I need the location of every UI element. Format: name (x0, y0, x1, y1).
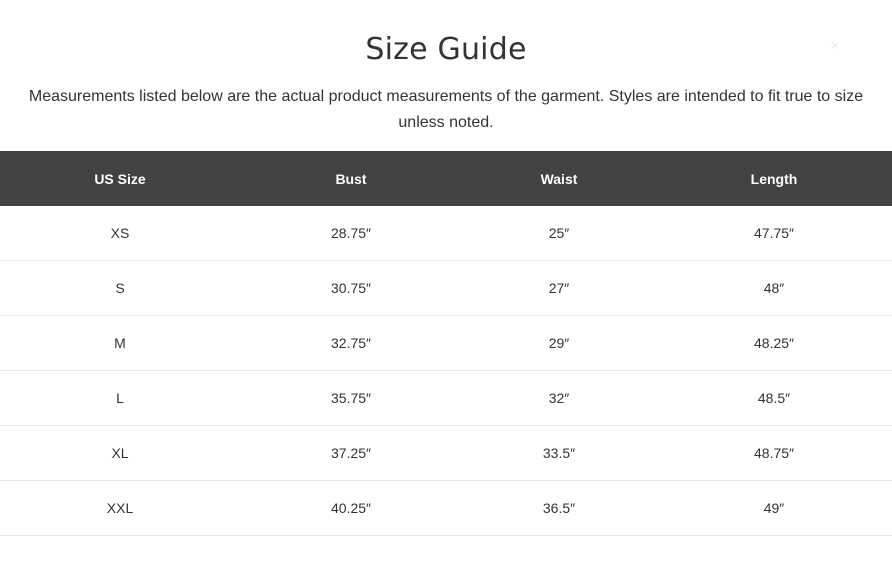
cell-waist: 29″ (462, 315, 656, 371)
cell-us-size: XXL (0, 480, 240, 536)
table-header: US Size Bust Waist Length (0, 151, 892, 206)
size-table: US Size Bust Waist Length XS 28.75″ 25″ … (0, 151, 892, 536)
cell-bust: 37.25″ (240, 425, 462, 481)
cell-waist: 32″ (462, 370, 656, 426)
cell-length: 48.5″ (656, 370, 892, 426)
table-header-row: US Size Bust Waist Length (0, 151, 892, 206)
table-row: XL 37.25″ 33.5″ 48.75″ (0, 425, 892, 481)
column-header-us-size: US Size (0, 151, 240, 206)
cell-us-size: M (0, 315, 240, 371)
table-row: XXL 40.25″ 36.5″ 49″ (0, 480, 892, 536)
column-header-bust: Bust (240, 151, 462, 206)
cell-bust: 28.75″ (240, 206, 462, 261)
cell-waist: 33.5″ (462, 425, 656, 481)
cell-bust: 35.75″ (240, 370, 462, 426)
cell-bust: 40.25″ (240, 480, 462, 536)
cell-us-size: S (0, 260, 240, 316)
cell-length: 48.25″ (656, 315, 892, 371)
table-row: M 32.75″ 29″ 48.25″ (0, 315, 892, 371)
size-guide-modal: × Size Guide Measurements listed below a… (0, 0, 892, 561)
table-body: XS 28.75″ 25″ 47.75″ S 30.75″ 27″ 48″ M … (0, 206, 892, 536)
cell-us-size: XS (0, 206, 240, 261)
column-header-length: Length (656, 151, 892, 206)
cell-length: 48.75″ (656, 425, 892, 481)
table-row: L 35.75″ 32″ 48.5″ (0, 370, 892, 426)
page-title: Size Guide (365, 32, 527, 67)
column-header-waist: Waist (462, 151, 656, 206)
close-icon[interactable]: × (828, 38, 842, 52)
cell-us-size: L (0, 370, 240, 426)
cell-length: 48″ (656, 260, 892, 316)
cell-us-size: XL (0, 425, 240, 481)
cell-bust: 32.75″ (240, 315, 462, 371)
table-row: S 30.75″ 27″ 48″ (0, 260, 892, 316)
cell-waist: 25″ (462, 206, 656, 261)
cell-length: 47.75″ (656, 206, 892, 261)
table-row: XS 28.75″ 25″ 47.75″ (0, 206, 892, 261)
cell-waist: 27″ (462, 260, 656, 316)
cell-length: 49″ (656, 480, 892, 536)
cell-bust: 30.75″ (240, 260, 462, 316)
size-guide-description: Measurements listed below are the actual… (28, 88, 864, 131)
cell-waist: 36.5″ (462, 480, 656, 536)
